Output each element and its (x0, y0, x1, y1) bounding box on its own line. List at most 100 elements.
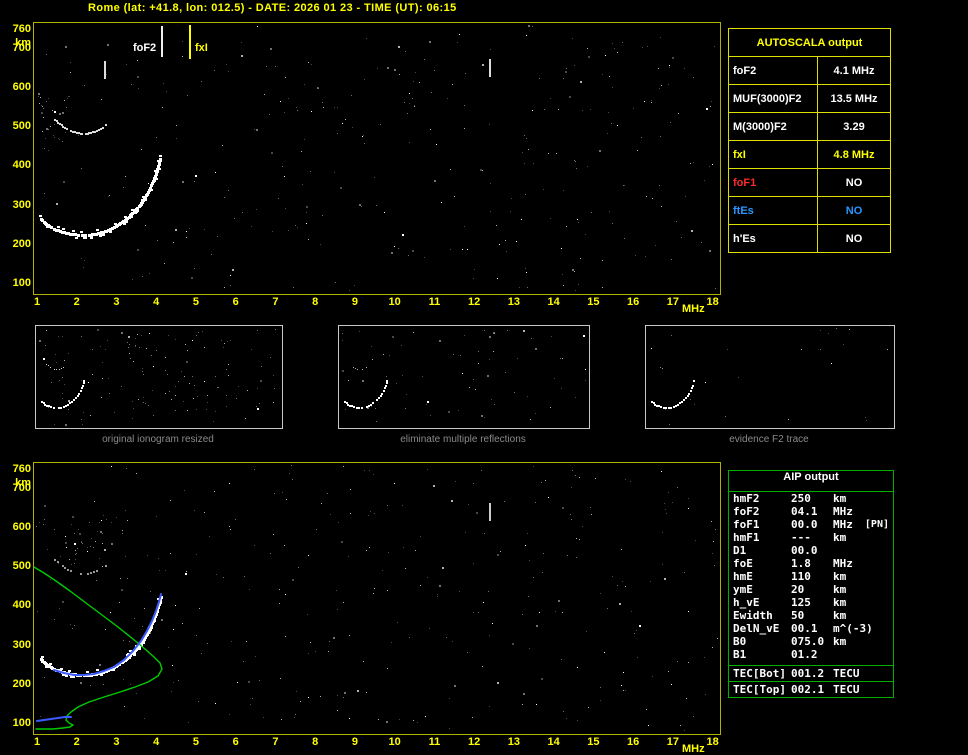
noise-speckle (196, 554, 197, 555)
noise-speckle (48, 129, 49, 130)
f-layer-trace (658, 405, 660, 407)
noise-speckle (577, 219, 578, 220)
noise-speckle (343, 697, 344, 698)
noise-speckle (631, 611, 632, 612)
aip-table-row: D100.0 (729, 544, 893, 557)
noise-speckle (522, 614, 523, 615)
noise-speckle (229, 483, 230, 484)
noise-speckle (462, 373, 463, 374)
noise-speckle (452, 641, 453, 642)
noise-speckle (449, 698, 450, 699)
aip-param-name: Ewidth (733, 609, 791, 622)
noise-speckle (348, 556, 349, 557)
noise-speckle (424, 257, 425, 258)
noise-speckle (194, 181, 195, 182)
aip-table-row: B101.2 (729, 648, 893, 661)
aip-param-name: ymE (733, 583, 791, 596)
noise-speckle (560, 358, 561, 359)
noise-speckle (460, 355, 461, 356)
noise-speckle (828, 333, 829, 334)
autoscala-param-value: 3.29 (818, 113, 891, 141)
noise-speckle (99, 664, 101, 666)
noise-speckle (580, 258, 581, 259)
f-layer-trace (153, 180, 156, 182)
noise-speckle (215, 376, 216, 377)
f-layer-trace (68, 670, 71, 672)
noise-speckle (585, 380, 586, 381)
noise-speckle (127, 520, 128, 521)
noise-speckle (351, 95, 352, 96)
noise-speckle (678, 113, 679, 114)
noise-speckle (66, 107, 67, 108)
noise-speckle (126, 64, 127, 65)
aip-output-table: AIP outputhmF2250kmfoF204.1MHzfoF100.0MH… (728, 470, 894, 698)
noise-speckle (590, 109, 591, 110)
noise-speckle (93, 547, 94, 548)
noise-speckle (286, 499, 287, 500)
noise-speckle (621, 685, 622, 686)
noise-speckle (590, 507, 591, 508)
noise-speckle (59, 113, 61, 115)
noise-speckle (710, 106, 711, 107)
autoscala-table-row: fxI4.8 MHz (729, 141, 891, 169)
noise-speckle (391, 642, 392, 643)
noise-speckle (448, 411, 450, 413)
noise-speckle (578, 284, 579, 285)
x-axis-tick-profile: 4 (145, 736, 167, 748)
noise-speckle (525, 194, 526, 195)
noise-speckle (231, 641, 232, 642)
noise-speckle (41, 112, 43, 114)
second-reflection-trace (61, 368, 62, 369)
noise-speckle (536, 704, 537, 705)
noise-speckle (311, 64, 312, 65)
f-layer-trace (358, 407, 360, 409)
noise-speckle (604, 652, 605, 653)
noise-speckle (216, 574, 217, 575)
noise-speckle (566, 226, 567, 227)
y-axis-tick-main: 760 (4, 23, 31, 35)
noise-speckle (75, 550, 76, 551)
f-layer-trace (90, 237, 93, 239)
noise-speckle (363, 661, 364, 662)
noise-speckle (505, 372, 506, 373)
noise-speckle (151, 355, 152, 356)
noise-speckle (399, 74, 400, 75)
noise-speckle (342, 123, 343, 124)
noise-speckle (430, 415, 431, 416)
autoscala-table-row: foF24.1 MHz (729, 57, 891, 85)
noise-speckle (138, 399, 139, 400)
noise-speckle (60, 556, 61, 557)
noise-speckle (90, 685, 91, 686)
f-layer-trace (74, 233, 77, 236)
y-axis-tick-profile: 200 (4, 678, 31, 690)
noise-speckle (366, 550, 367, 551)
f-layer-trace (75, 237, 78, 239)
noise-speckle (157, 240, 158, 241)
noise-speckle (165, 370, 166, 371)
noise-speckle (111, 522, 112, 523)
noise-speckle (725, 416, 726, 417)
noise-speckle (175, 339, 176, 340)
noise-speckle (529, 648, 530, 649)
noise-speckle (688, 662, 689, 663)
noise-speckle (270, 357, 271, 358)
aip-table-row: hmF1---km (729, 531, 893, 544)
noise-speckle (145, 225, 146, 226)
noise-speckle (273, 375, 274, 376)
noise-speckle (429, 628, 430, 629)
autoscala-screen: Rome (lat: +41.8, lon: 012.5) - DATE: 20… (0, 0, 968, 755)
noise-speckle (264, 94, 265, 95)
noise-speckle (50, 579, 51, 580)
noise-speckle (489, 124, 490, 125)
noise-speckle (587, 48, 588, 49)
noise-speckle (293, 287, 294, 288)
noise-speckle (476, 512, 478, 514)
second-reflection-trace (102, 127, 104, 129)
f-layer-trace (351, 405, 353, 407)
noise-speckle (364, 79, 365, 80)
noise-speckle (465, 532, 466, 533)
f-layer-trace (692, 385, 694, 387)
noise-speckle (660, 37, 661, 38)
noise-speckle (652, 676, 653, 677)
noise-speckle (591, 212, 592, 213)
